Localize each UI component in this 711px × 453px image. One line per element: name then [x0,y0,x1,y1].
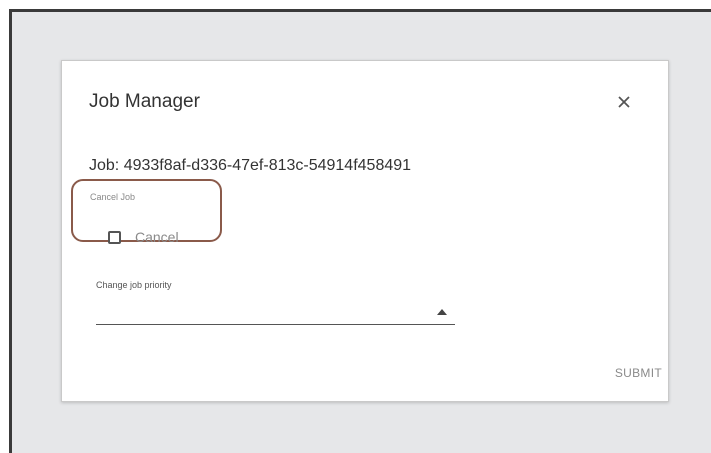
cancel-job-legend: Cancel Job [90,192,136,202]
job-priority-select[interactable]: Change job priority [96,278,455,328]
close-button[interactable] [614,92,634,112]
cancel-checkbox-label: Cancel [135,229,179,245]
screen: Job Manager Job: 4933f8af-d336-47ef-813c… [0,0,711,453]
submit-button[interactable]: SUBMIT [590,361,662,385]
triangle-up-icon[interactable] [437,309,447,315]
dialog-title: Job Manager [89,91,200,112]
cancel-checkbox[interactable]: Cancel [108,227,179,247]
close-icon [614,92,634,112]
job-manager-dialog: Job Manager Job: 4933f8af-d336-47ef-813c… [61,60,669,402]
checkbox-box[interactable] [108,230,121,244]
job-priority-label: Change job priority [96,280,172,290]
select-underline [96,324,455,325]
job-id-text: Job: 4933f8af-d336-47ef-813c-54914f45849… [89,157,412,174]
